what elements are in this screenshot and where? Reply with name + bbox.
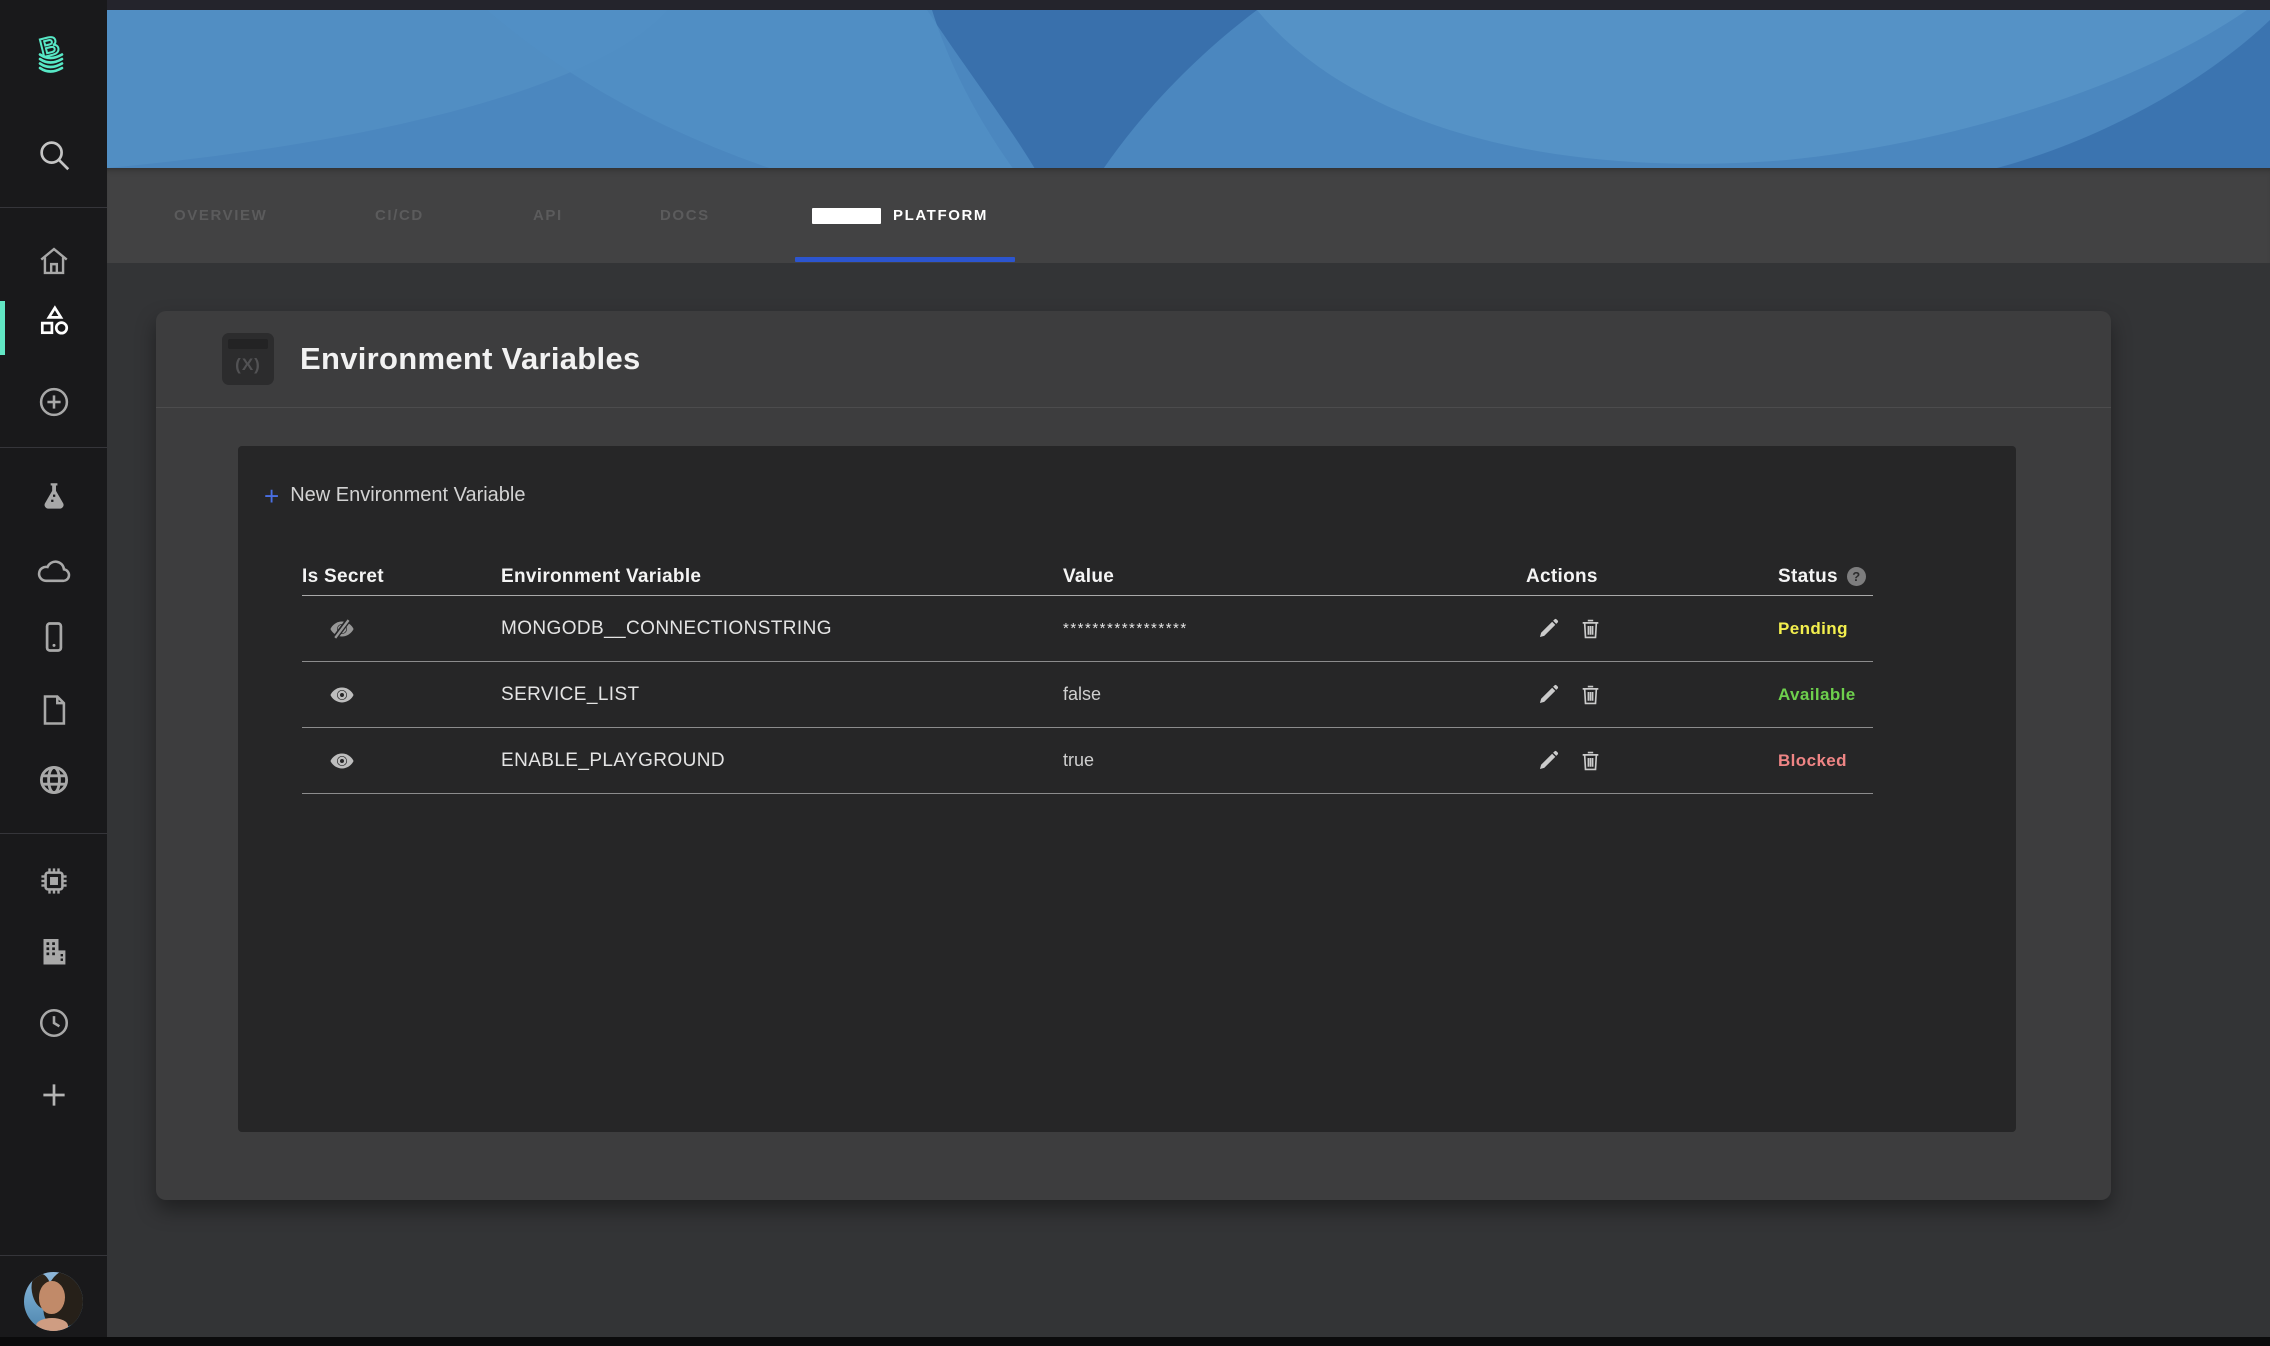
tab-platform-label: PLATFORM <box>893 207 988 224</box>
page-title: Environment Variables <box>300 341 641 377</box>
bottom-edge-strip <box>0 1337 2270 1346</box>
sidebar-item-add[interactable] <box>0 1078 107 1112</box>
tab-docs[interactable]: DOCS <box>660 168 710 263</box>
row-actions <box>1526 596 1778 662</box>
sidebar-item-experiments[interactable] <box>0 479 107 513</box>
sidebar-item-home[interactable] <box>0 244 107 278</box>
sidebar-item-mobile[interactable] <box>0 619 107 655</box>
sidebar-divider <box>0 207 107 208</box>
app-window: B <box>0 0 2270 1346</box>
env-vars-table: Is Secret Environment Variable Value Act… <box>302 558 1873 794</box>
column-header-is-secret: Is Secret <box>302 558 501 596</box>
sidebar-item-organization[interactable] <box>0 933 107 969</box>
column-header-value: Value <box>1063 558 1526 596</box>
status-badge: Pending <box>1778 596 1873 662</box>
env-var-name: SERVICE_LIST <box>501 662 1063 728</box>
table-row <box>302 728 501 794</box>
table-row <box>302 596 501 662</box>
card-header: (X) Environment Variables <box>156 311 2111 408</box>
new-environment-variable-label: New Environment Variable <box>290 484 525 507</box>
edit-icon[interactable] <box>1536 682 1561 707</box>
eye-icon[interactable] <box>328 747 356 775</box>
env-var-name: MONGODB__CONNECTIONSTRING <box>501 596 1063 662</box>
env-var-value: false <box>1063 662 1526 728</box>
top-edge-strip <box>107 0 2270 10</box>
environment-variables-card: (X) Environment Variables + New Environm… <box>156 311 2111 1200</box>
new-environment-variable-button[interactable]: + New Environment Variable <box>264 484 525 507</box>
row-actions <box>1526 728 1778 794</box>
status-header-label: Status <box>1778 566 1838 588</box>
user-avatar[interactable] <box>24 1272 83 1331</box>
env-var-value: true <box>1063 728 1526 794</box>
column-header-environment-variable: Environment Variable <box>501 558 1063 596</box>
eye-icon[interactable] <box>328 681 356 709</box>
avatar-art <box>36 1318 68 1331</box>
sidebar-divider <box>0 1255 107 1256</box>
banner-artwork <box>107 10 2270 168</box>
table-row <box>302 662 501 728</box>
status-badge: Available <box>1778 662 1873 728</box>
tab-cicd[interactable]: CI/CD <box>375 168 424 263</box>
env-var-name: ENABLE_PLAYGROUND <box>501 728 1063 794</box>
sidebar-item-documents[interactable] <box>0 692 107 728</box>
active-tab-indicator <box>795 257 1015 262</box>
tab-bar: OVERVIEW CI/CD API DOCS PLATFORM <box>107 168 2270 263</box>
sidebar-divider <box>0 447 107 448</box>
window-icon-glyph: (X) <box>235 355 261 375</box>
env-vars-panel: + New Environment Variable Is Secret Env… <box>238 446 2016 1132</box>
column-header-status: Status ? <box>1778 558 1873 596</box>
status-help-icon[interactable]: ? <box>1847 567 1866 586</box>
sidebar-item-create[interactable] <box>0 384 107 420</box>
edit-icon[interactable] <box>1536 748 1561 773</box>
sidebar-divider <box>0 833 107 834</box>
env-var-value: ***************** <box>1063 596 1526 662</box>
tab-api[interactable]: API <box>533 168 563 263</box>
eye-off-icon[interactable] <box>328 615 356 643</box>
column-header-actions: Actions <box>1526 558 1778 596</box>
sidebar-item-services[interactable] <box>0 303 107 339</box>
tab-platform[interactable]: PLATFORM <box>812 168 988 263</box>
search-icon[interactable] <box>0 136 107 174</box>
delete-icon[interactable] <box>1578 616 1603 641</box>
sidebar-item-web[interactable] <box>0 762 107 798</box>
delete-icon[interactable] <box>1578 682 1603 707</box>
window-icon-bar <box>228 339 268 349</box>
sidebar-item-compute[interactable] <box>0 863 107 899</box>
row-actions <box>1526 662 1778 728</box>
app-logo[interactable]: B <box>0 28 107 82</box>
plus-icon: + <box>264 486 279 506</box>
sidebar-item-history[interactable] <box>0 1005 107 1041</box>
delete-icon[interactable] <box>1578 748 1603 773</box>
sidebar-item-cloud[interactable] <box>0 552 107 590</box>
edit-icon[interactable] <box>1536 616 1561 641</box>
sidebar: B <box>0 0 107 1346</box>
status-badge: Blocked <box>1778 728 1873 794</box>
env-window-icon: (X) <box>222 333 274 385</box>
tab-overview[interactable]: OVERVIEW <box>174 168 267 263</box>
redacted-project-badge <box>812 208 881 224</box>
